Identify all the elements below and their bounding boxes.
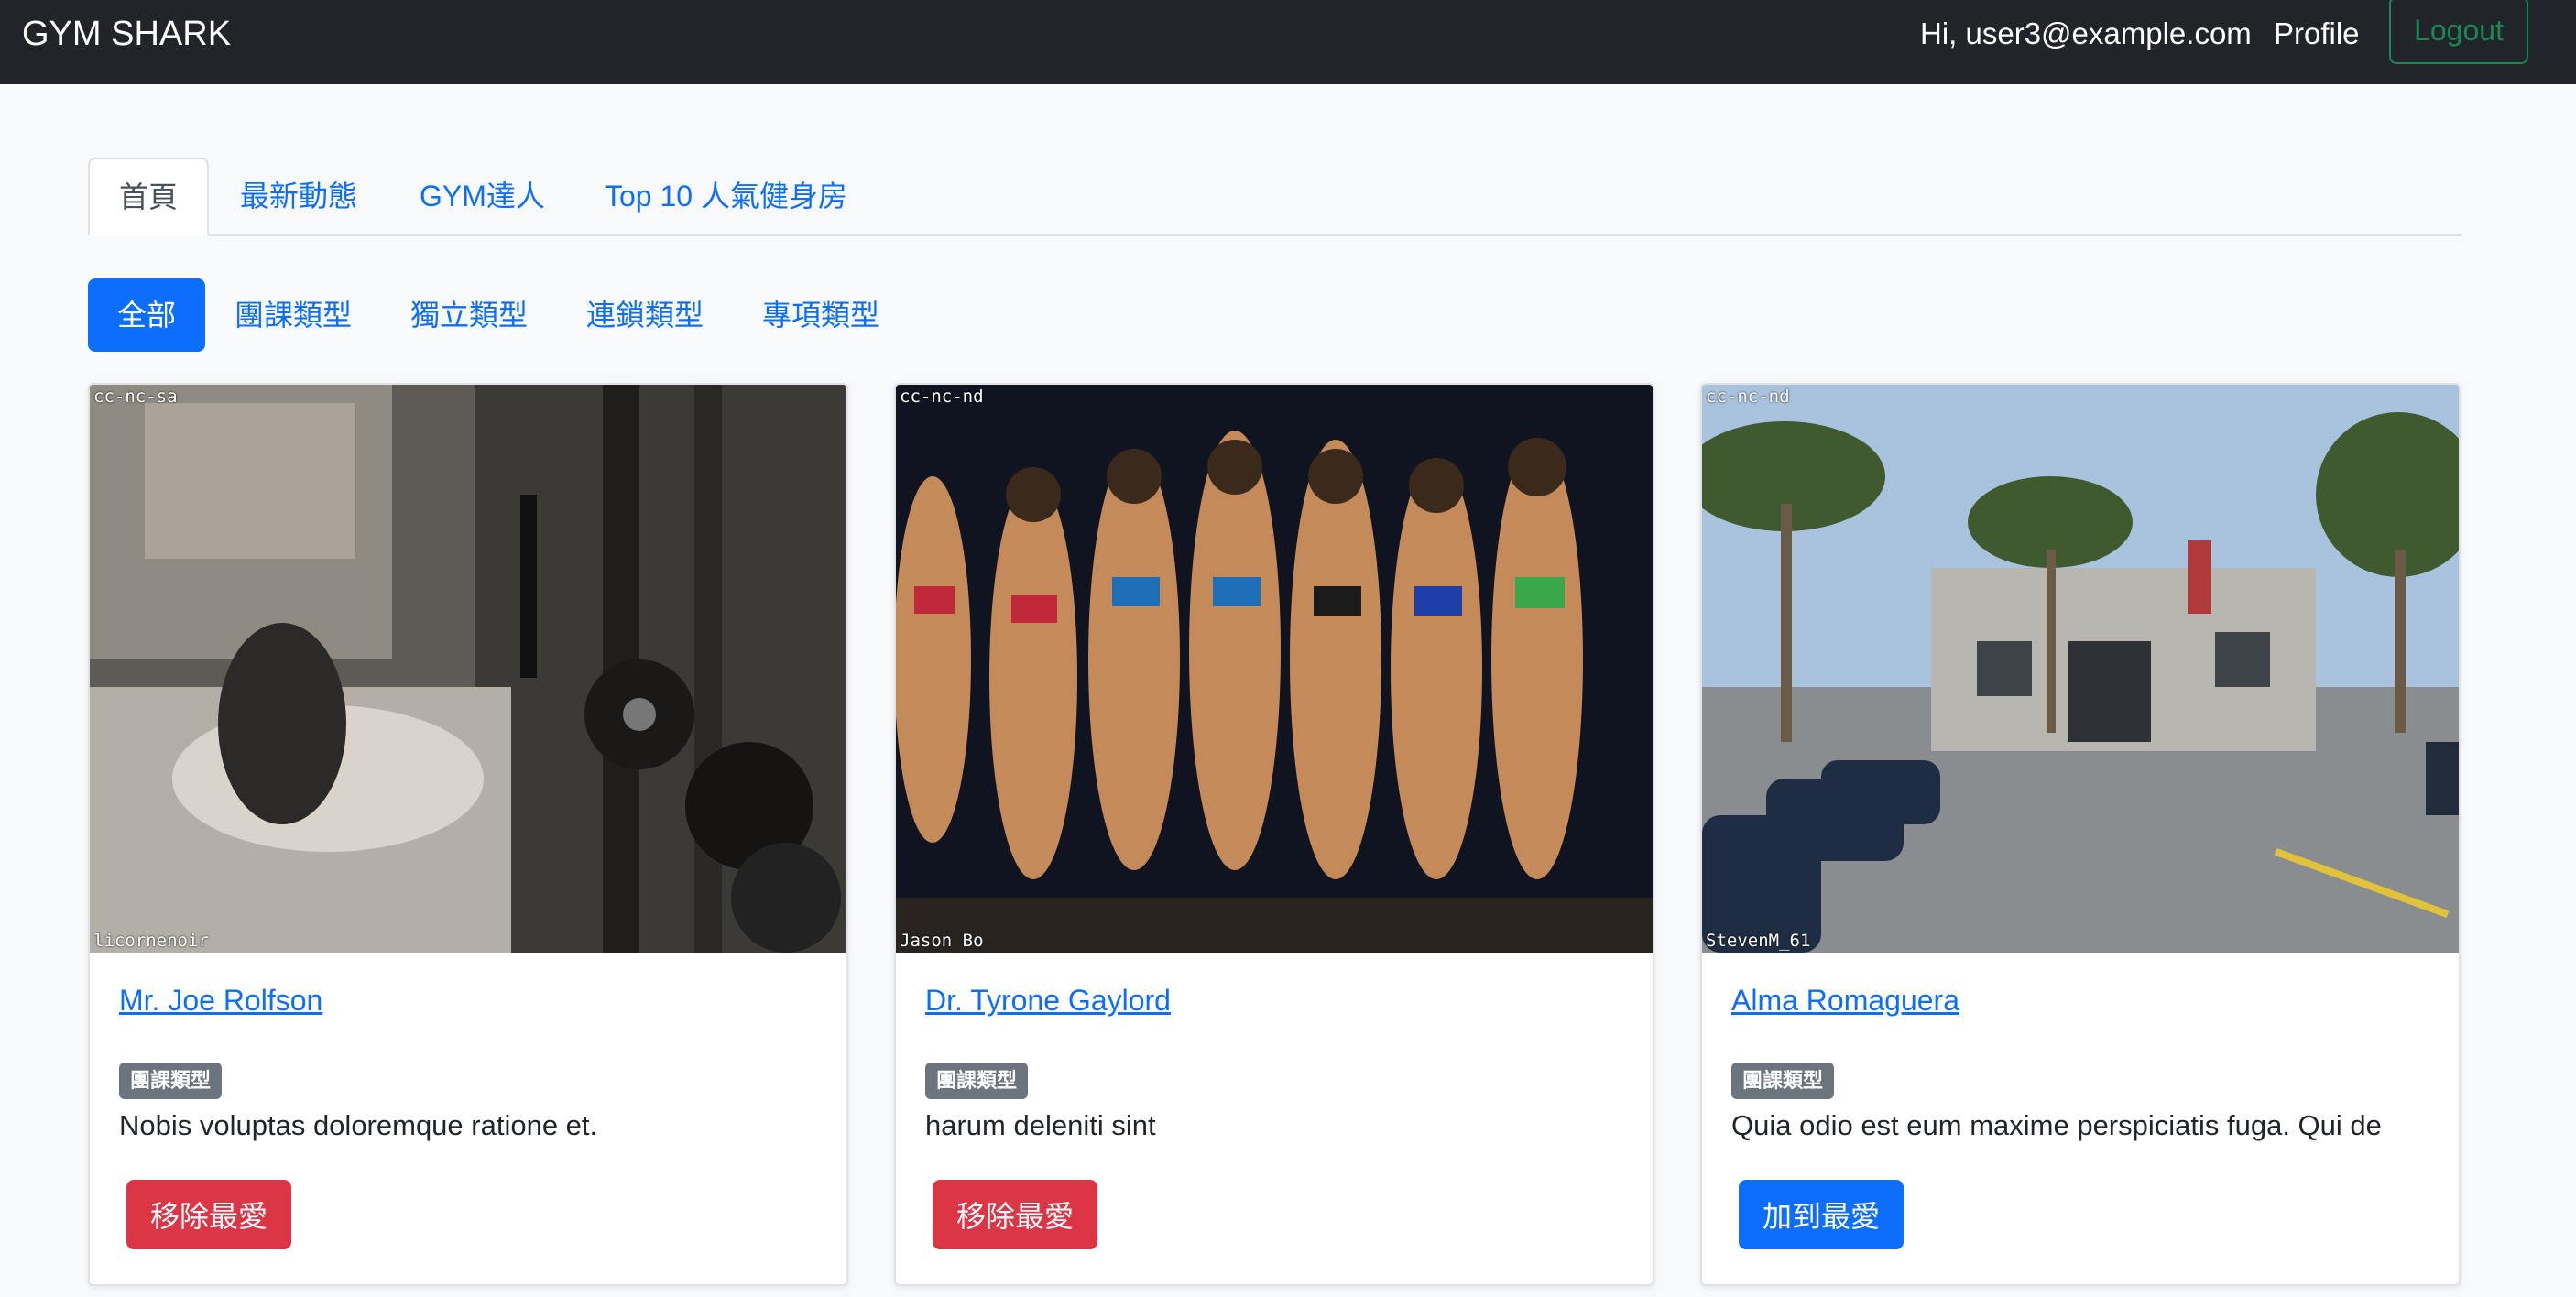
profile-link[interactable]: Profile [2274,15,2360,53]
category-badge: 團課類型 [925,1063,1029,1099]
filter-group-class[interactable]: 團課類型 [233,278,354,352]
tab-top10-gyms[interactable]: Top 10 人氣健身房 [605,158,847,234]
remove-favorite-button[interactable]: 移除最愛 [933,1180,1097,1249]
photo-license: cc-nc-nd [900,387,984,407]
gym-card: cc-nc-nd Jason Bo Dr. Tyrone Gaylord 團課類… [894,383,1654,1286]
gym-photo: cc-nc-sa licornenoir [90,385,846,953]
photo-license: cc-nc-nd [1706,387,1790,407]
gym-description: Quia odio est eum maxime perspiciatis fu… [1731,1109,2382,1141]
photo-license: cc-nc-sa [93,387,178,407]
tab-gym-experts[interactable]: GYM達人 [420,158,545,234]
filter-all[interactable]: 全部 [88,278,205,352]
gym-name-link[interactable]: Mr. Joe Rolfson [119,984,322,1018]
gym-description: harum deleniti sint [925,1109,1156,1141]
brand-logo[interactable]: GYM SHARK [22,13,231,55]
photo-credit: Jason Bo [900,931,984,951]
top-navbar: GYM SHARK Hi, user3@example.com Profile … [0,0,2576,84]
tab-home[interactable]: 首頁 [88,158,209,236]
gym-name-link[interactable]: Alma Romaguera [1731,984,1959,1018]
category-badge: 團課類型 [1731,1063,1835,1099]
gym-description: Nobis voluptas doloremque ratione et. [119,1109,598,1141]
remove-favorite-button[interactable]: 移除最愛 [126,1180,291,1249]
add-favorite-button[interactable]: 加到最愛 [1739,1180,1904,1249]
gym-photo: cc-nc-nd StevenM_61 [1702,385,2459,953]
main-tabs: 首頁 最新動態 GYM達人 Top 10 人氣健身房 [88,158,2462,236]
filter-independent[interactable]: 獨立類型 [409,278,529,352]
photo-credit: licornenoir [93,931,209,951]
category-filters: 全部 團課類型 獨立類型 連鎖類型 專項類型 [88,278,1187,352]
filter-chain[interactable]: 連鎖類型 [584,278,705,352]
tab-latest-news[interactable]: 最新動態 [240,158,357,234]
gym-photo: cc-nc-nd Jason Bo [896,385,1653,953]
photo-credit: StevenM_61 [1706,931,1811,951]
user-greeting: Hi, user3@example.com [1920,16,2252,50]
gym-name-link[interactable]: Dr. Tyrone Gaylord [925,984,1171,1018]
gym-card: cc-nc-sa licornenoir Mr. Joe Rolfson 團課類… [88,383,848,1286]
logout-button[interactable]: Logout [2389,0,2528,64]
gym-card: cc-nc-nd StevenM_61 Alma Romaguera 團課類型 … [1700,383,2461,1286]
category-badge: 團課類型 [119,1063,223,1099]
filter-specialty[interactable]: 專項類型 [760,278,881,352]
